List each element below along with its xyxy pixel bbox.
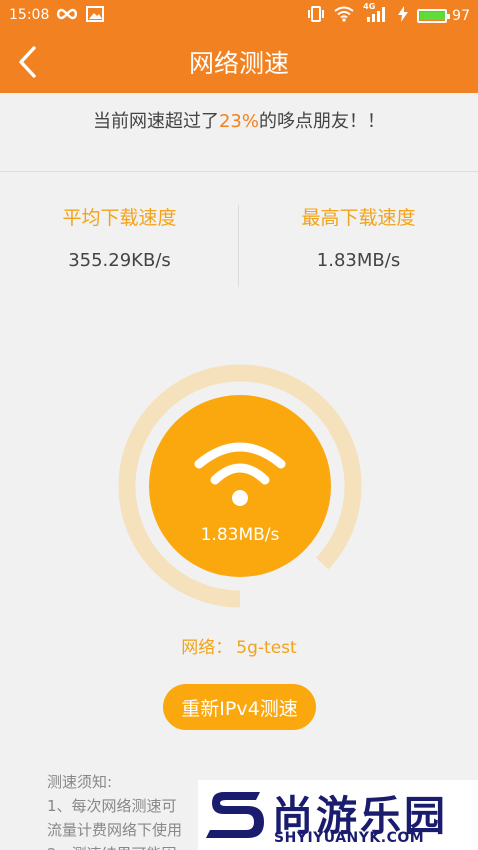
- status-right-icons: 4G 97: [307, 2, 470, 27]
- network-name: 5g-test: [236, 638, 297, 658]
- rank-percent: 23%: [218, 111, 259, 132]
- avg-speed-label: 平均下载速度: [62, 207, 177, 229]
- rank-prefix: 当前网速超过了: [92, 111, 219, 132]
- battery-fill: [420, 12, 446, 20]
- s-logo-icon: [206, 792, 264, 838]
- network-type-label: 4G: [363, 2, 376, 11]
- infinity-icon: [56, 7, 78, 25]
- top-bar: 15:08 4G 97 网络测速: [0, 0, 478, 93]
- max-speed-value: 1.83MB/s: [316, 250, 401, 271]
- avg-speed-stat: 平均下载速度 355.29KB/s: [0, 203, 239, 271]
- max-speed-stat: 最高下载速度 1.83MB/s: [239, 203, 478, 271]
- watermark-domain: SHYIYUANYK.COM: [274, 830, 425, 846]
- status-time: 15:08: [9, 7, 50, 23]
- status-bar: 15:08 4G 97: [0, 0, 478, 30]
- wifi-icon: [194, 442, 286, 506]
- signal-icon: 4G: [363, 2, 389, 27]
- battery-level: 97: [452, 8, 470, 24]
- section-divider: [0, 171, 478, 172]
- vibrate-icon: [307, 5, 325, 27]
- battery-icon: [417, 9, 451, 23]
- charging-icon: [398, 6, 409, 26]
- avg-speed-value: 355.29KB/s: [68, 250, 171, 271]
- network-info: 网络： 5g-test: [0, 633, 478, 658]
- wifi-icon: [334, 6, 354, 26]
- page-title: 网络测速: [188, 49, 289, 78]
- nav-bar: 网络测速: [0, 30, 478, 93]
- watermark-logo: 尚游乐园 SHYIYUANYK.COM: [198, 780, 478, 850]
- rank-message: 当前网速超过了23%的哆点朋友！！: [0, 107, 478, 133]
- image-icon: [86, 6, 104, 26]
- status-left-icons: [56, 6, 104, 26]
- rank-suffix: 的哆点朋友！！: [259, 111, 385, 132]
- network-label: 网络：: [181, 638, 233, 658]
- retest-ipv4-button[interactable]: 重新IPv4测速: [163, 684, 316, 730]
- gauge-speed-value: 1.83MB/s: [200, 525, 280, 545]
- max-speed-label: 最高下载速度: [301, 207, 416, 229]
